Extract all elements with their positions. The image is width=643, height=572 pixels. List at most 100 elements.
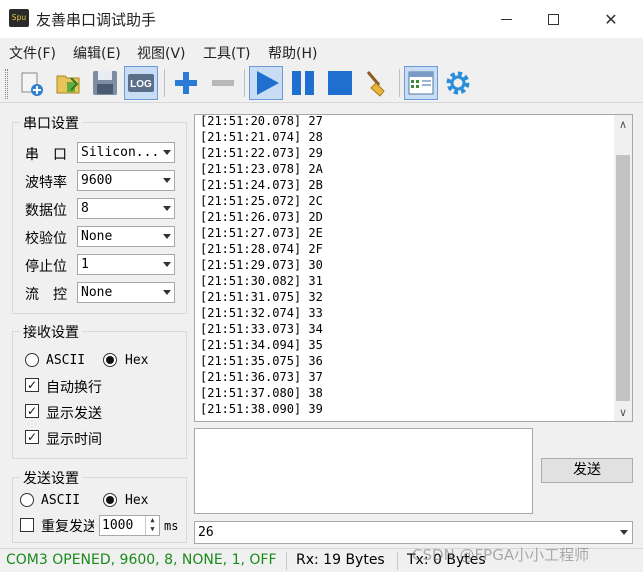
menu-bar: 文件(F) 编辑(E) 视图(V) 工具(T) 帮助(H) [0, 38, 643, 63]
maximize-button[interactable] [530, 0, 576, 38]
chevron-down-icon [163, 290, 171, 295]
chevron-down-icon [163, 178, 171, 183]
menu-view[interactable]: 视图(V) [137, 43, 186, 63]
receive-log: [21:51:20.078] 27 [21:51:21.074] 28 [21:51… [200, 114, 323, 417]
send-button[interactable]: 发送 [541, 458, 633, 483]
layout-button[interactable] [404, 66, 438, 100]
log-line: [21:51:33.073] 34 [200, 322, 323, 336]
save-button[interactable] [88, 66, 122, 100]
scroll-down-icon[interactable]: ∨ [614, 403, 632, 421]
parity-select[interactable]: None [77, 226, 175, 247]
menu-tools[interactable]: 工具(T) [203, 43, 250, 63]
scroll-thumb[interactable] [616, 155, 630, 401]
svg-text:LOG: LOG [130, 79, 152, 90]
toolbar-grip[interactable] [5, 69, 8, 99]
chevron-down-icon [163, 262, 171, 267]
window-layout-icon [408, 71, 434, 95]
receive-hex-radio[interactable] [103, 353, 117, 367]
chevron-down-icon [620, 530, 628, 535]
log-line: [21:51:32.074] 33 [200, 306, 323, 320]
log-line: [21:51:20.078] 27 [200, 114, 323, 128]
send-textarea[interactable] [194, 428, 533, 514]
clear-broom-icon [366, 71, 385, 97]
repeat-send-checkbox[interactable] [20, 518, 34, 532]
receive-ascii-label: ASCII [46, 353, 86, 368]
show-time-checkbox[interactable]: ✓ [25, 430, 39, 444]
new-session-icon [21, 72, 43, 96]
connection-status: COM3 OPENED, 9600, 8, NONE, 1, OFF [6, 552, 277, 568]
menu-file[interactable]: 文件(F) [9, 43, 56, 63]
settings-button[interactable] [441, 66, 475, 100]
chevron-down-icon [163, 206, 171, 211]
stopbits-label: 停止位 [25, 259, 67, 275]
log-line: [21:51:35.075] 36 [200, 354, 323, 368]
log-line: [21:51:26.073] 2D [200, 210, 323, 224]
menu-help[interactable]: 帮助(H) [268, 43, 317, 63]
log-line: [21:51:30.082] 31 [200, 274, 323, 288]
maximize-icon [547, 13, 559, 25]
status-divider [397, 552, 398, 570]
log-line: [21:51:24.073] 2B [200, 178, 323, 192]
log-line: [21:51:27.073] 2E [200, 226, 323, 240]
port-label: 串 口 [25, 147, 67, 163]
log-line: [21:51:37.080] 38 [200, 386, 323, 400]
receive-ascii-radio[interactable] [25, 353, 39, 367]
receive-textarea[interactable]: [21:51:20.078] 27 [21:51:21.074] 28 [21:51… [194, 114, 633, 422]
databits-select[interactable]: 8 [77, 198, 175, 219]
auto-wrap-checkbox[interactable]: ✓ [25, 378, 39, 392]
start-button[interactable] [249, 66, 283, 100]
chevron-down-icon [163, 150, 171, 155]
show-send-label: 显示发送 [46, 406, 102, 422]
port-select[interactable]: Silicon... [77, 142, 175, 163]
pause-icon [292, 71, 314, 95]
title-bar: Spu 友善串口调试助手 ✕ [0, 0, 643, 38]
flow-label: 流 控 [25, 287, 67, 303]
chevron-down-icon [163, 234, 171, 239]
interval-unit: ms [164, 519, 179, 533]
settings-gear-icon [446, 71, 470, 95]
close-button[interactable]: ✕ [588, 0, 634, 38]
send-ascii-radio[interactable] [20, 493, 34, 507]
send-hex-label: Hex [125, 493, 149, 508]
menu-edit[interactable]: 编辑(E) [73, 43, 121, 63]
receive-hex-label: Hex [125, 353, 149, 368]
send-hex-radio[interactable] [103, 493, 117, 507]
log-line: [21:51:31.075] 32 [200, 290, 323, 304]
save-icon [93, 71, 117, 95]
stopbits-select[interactable]: 1 [77, 254, 175, 275]
repeat-send-label: 重复发送 [41, 519, 94, 535]
remove-button[interactable] [206, 66, 240, 100]
send-history-select[interactable]: 26 [194, 521, 633, 544]
log-line: [21:51:21.074] 28 [200, 130, 323, 144]
show-send-checkbox[interactable]: ✓ [25, 404, 39, 418]
scroll-up-icon[interactable]: ∧ [614, 115, 632, 133]
toolbar-separator [164, 69, 165, 97]
auto-wrap-label: 自动换行 [46, 380, 102, 396]
vertical-scrollbar[interactable]: ∧ ∨ [614, 115, 632, 421]
window-title: 友善串口调试助手 [36, 11, 157, 29]
status-divider [286, 552, 287, 570]
add-icon [175, 72, 197, 94]
flow-select[interactable]: None [77, 282, 175, 303]
close-icon: ✕ [604, 9, 618, 29]
stop-icon [328, 71, 352, 95]
log-line: [21:51:23.078] 2A [200, 162, 323, 176]
log-button[interactable]: LOG [124, 66, 158, 100]
pause-button[interactable] [286, 66, 320, 100]
log-icon: LOG [128, 74, 154, 92]
log-line: [21:51:36.073] 37 [200, 370, 323, 384]
minimize-icon [500, 18, 512, 20]
baud-select[interactable]: 9600 [77, 170, 175, 191]
add-button[interactable] [169, 66, 203, 100]
minimize-button[interactable] [483, 0, 529, 38]
log-line: [21:51:38.090] 39 [200, 402, 323, 416]
open-button[interactable] [51, 66, 85, 100]
new-session-button[interactable] [14, 66, 48, 100]
clear-button[interactable] [360, 66, 394, 100]
toolbar-separator [399, 69, 400, 97]
baud-label: 波特率 [25, 175, 67, 191]
receive-settings-title: 接收设置 [20, 322, 82, 342]
spinner-arrows-icon[interactable]: ▲ ▼ [145, 516, 159, 535]
stop-button[interactable] [323, 66, 357, 100]
repeat-interval-spinner[interactable]: 1000 ▲ ▼ [99, 515, 160, 536]
